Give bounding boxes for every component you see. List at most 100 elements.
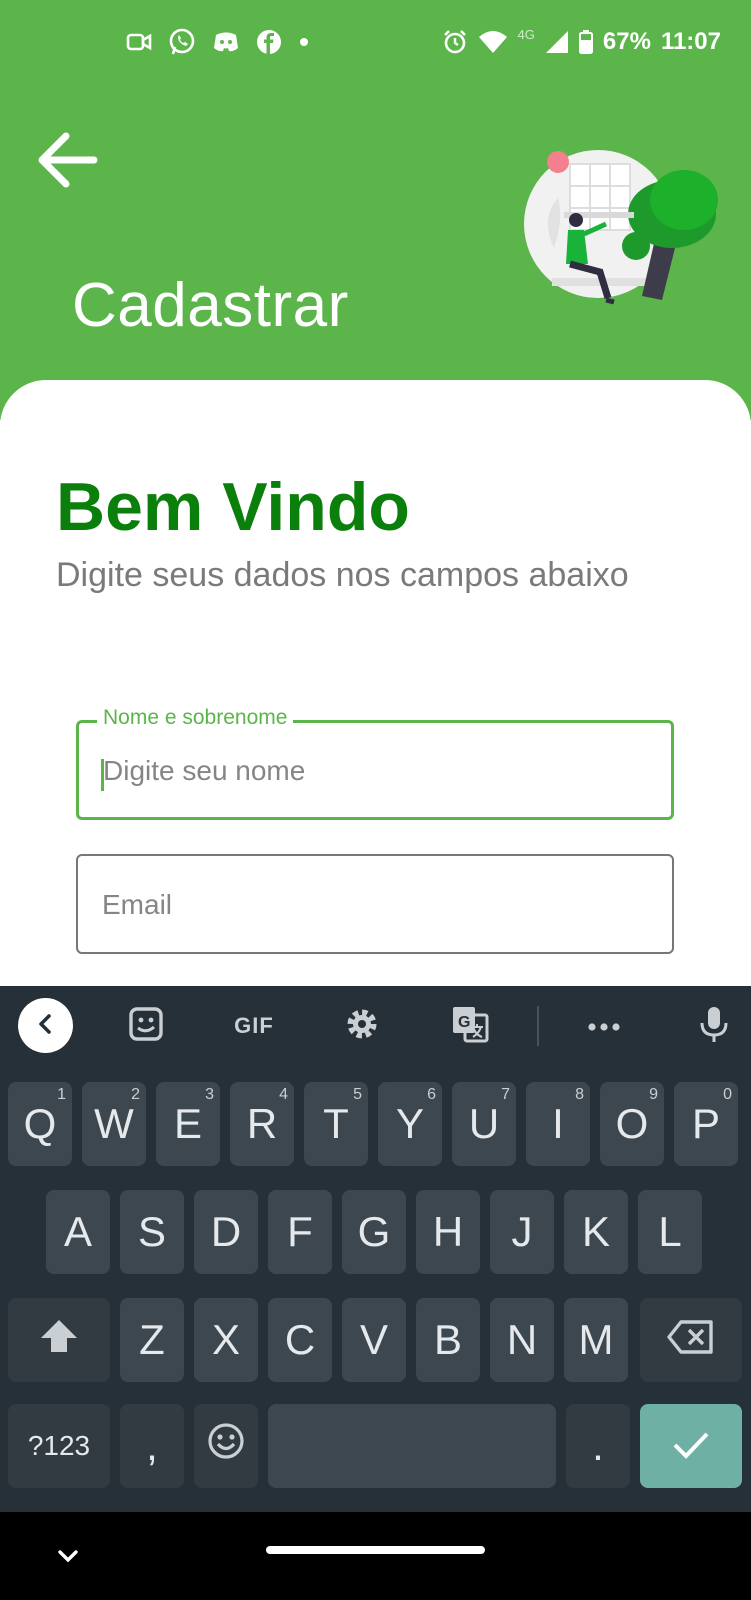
key-c[interactable]: C xyxy=(268,1298,332,1382)
keyboard-settings-button[interactable] xyxy=(336,1000,388,1052)
arrow-left-icon xyxy=(30,132,106,202)
key-label: M xyxy=(578,1316,614,1363)
shift-key[interactable] xyxy=(8,1298,110,1382)
translate-icon: G xyxy=(451,1005,489,1047)
notification-icons xyxy=(126,28,310,56)
key-p[interactable]: P0 xyxy=(674,1082,738,1166)
facebook-icon xyxy=(256,29,282,55)
key-r[interactable]: R4 xyxy=(230,1082,294,1166)
battery-icon xyxy=(578,30,593,54)
sticker-icon xyxy=(128,1006,164,1046)
status-bar: 4G 67% 11:07 xyxy=(0,0,751,88)
comma-key[interactable]: , xyxy=(120,1404,184,1488)
keyboard-toolbar: GIF G xyxy=(0,986,751,1064)
key-s[interactable]: S xyxy=(120,1190,184,1274)
key-label: T xyxy=(323,1100,349,1147)
key-g[interactable]: G xyxy=(342,1190,406,1274)
key-label: L xyxy=(658,1208,682,1255)
key-t[interactable]: T5 xyxy=(304,1082,368,1166)
key-e[interactable]: E3 xyxy=(156,1082,220,1166)
key-label: R xyxy=(246,1100,278,1147)
home-gesture-bar[interactable] xyxy=(266,1546,485,1554)
symbols-key[interactable]: ?123 xyxy=(8,1404,110,1488)
key-o[interactable]: O9 xyxy=(600,1082,664,1166)
key-label: V xyxy=(359,1316,388,1363)
key-l[interactable]: L xyxy=(638,1190,702,1274)
key-a[interactable]: A xyxy=(46,1190,110,1274)
space-bar[interactable] xyxy=(268,1404,556,1488)
key-label: Q xyxy=(23,1100,57,1147)
toolbar-divider xyxy=(537,1006,539,1046)
enter-key[interactable] xyxy=(640,1404,742,1488)
key-u[interactable]: U7 xyxy=(452,1082,516,1166)
clock: 11:07 xyxy=(660,28,721,55)
email-input[interactable] xyxy=(100,856,644,954)
key-x[interactable]: X xyxy=(194,1298,258,1382)
name-field[interactable]: Nome e sobrenome xyxy=(76,706,674,820)
key-label: O xyxy=(615,1100,649,1147)
key-b[interactable]: B xyxy=(416,1298,480,1382)
key-z[interactable]: Z xyxy=(120,1298,184,1382)
key-label: Y xyxy=(395,1100,424,1147)
key-i[interactable]: I8 xyxy=(526,1082,590,1166)
key-n[interactable]: N xyxy=(490,1298,554,1382)
key-label: I xyxy=(552,1100,564,1147)
more-horizontal-icon xyxy=(587,1017,621,1036)
key-hint: 7 xyxy=(501,1086,510,1103)
system-icons: 4G 67% 11:07 xyxy=(442,26,721,56)
keyboard-back-button[interactable] xyxy=(18,998,73,1053)
network-type: 4G xyxy=(517,26,535,42)
gif-label: GIF xyxy=(234,1013,274,1038)
key-hint: 8 xyxy=(575,1086,584,1103)
period-key[interactable]: . xyxy=(566,1404,630,1488)
key-k[interactable]: K xyxy=(564,1190,628,1274)
key-hint: 9 xyxy=(649,1086,658,1103)
key-label: . xyxy=(592,1422,604,1469)
battery-level: 67% xyxy=(602,28,651,55)
email-field[interactable] xyxy=(76,854,674,954)
hide-keyboard-button[interactable] xyxy=(54,1546,82,1566)
key-d[interactable]: D xyxy=(194,1190,258,1274)
name-input[interactable] xyxy=(101,723,645,819)
key-label: Z xyxy=(139,1316,165,1363)
key-v[interactable]: V xyxy=(342,1298,406,1382)
key-m[interactable]: M xyxy=(564,1298,628,1382)
key-label: U xyxy=(468,1100,500,1147)
video-call-icon xyxy=(126,32,152,52)
welcome-title: Bem Vindo xyxy=(56,469,410,545)
app-header: 4G 67% 11:07 Cadastrar xyxy=(0,0,751,420)
gif-button[interactable]: GIF xyxy=(228,1000,280,1052)
more-options-button[interactable] xyxy=(578,1000,630,1052)
key-hint: 6 xyxy=(427,1086,436,1103)
key-hint: 5 xyxy=(353,1086,362,1103)
signal-icon xyxy=(545,30,569,54)
shift-icon xyxy=(39,1316,79,1364)
backspace-key[interactable] xyxy=(640,1298,742,1382)
key-w[interactable]: W2 xyxy=(82,1082,146,1166)
key-label: A xyxy=(63,1208,92,1255)
sticker-button[interactable] xyxy=(120,1000,172,1052)
translate-button[interactable]: G xyxy=(444,1000,496,1052)
key-label: J xyxy=(511,1208,533,1255)
key-h[interactable]: H xyxy=(416,1190,480,1274)
key-label: D xyxy=(210,1208,242,1255)
voice-input-button[interactable] xyxy=(688,1000,740,1052)
key-label: P xyxy=(691,1100,720,1147)
key-hint: 4 xyxy=(279,1086,288,1103)
chevron-left-icon xyxy=(35,1013,57,1039)
key-label: F xyxy=(287,1208,313,1255)
key-label: B xyxy=(433,1316,462,1363)
check-icon xyxy=(671,1422,711,1470)
microphone-icon xyxy=(699,1005,729,1047)
whatsapp-icon xyxy=(168,28,196,56)
emoji-key[interactable] xyxy=(194,1404,258,1488)
emoji-icon xyxy=(207,1422,245,1470)
key-y[interactable]: Y6 xyxy=(378,1082,442,1166)
key-q[interactable]: Q1 xyxy=(8,1082,72,1166)
key-f[interactable]: F xyxy=(268,1190,332,1274)
key-label: X xyxy=(211,1316,240,1363)
key-j[interactable]: J xyxy=(490,1190,554,1274)
back-button[interactable] xyxy=(30,122,106,198)
key-hint: 1 xyxy=(57,1086,66,1103)
key-label: N xyxy=(506,1316,538,1363)
